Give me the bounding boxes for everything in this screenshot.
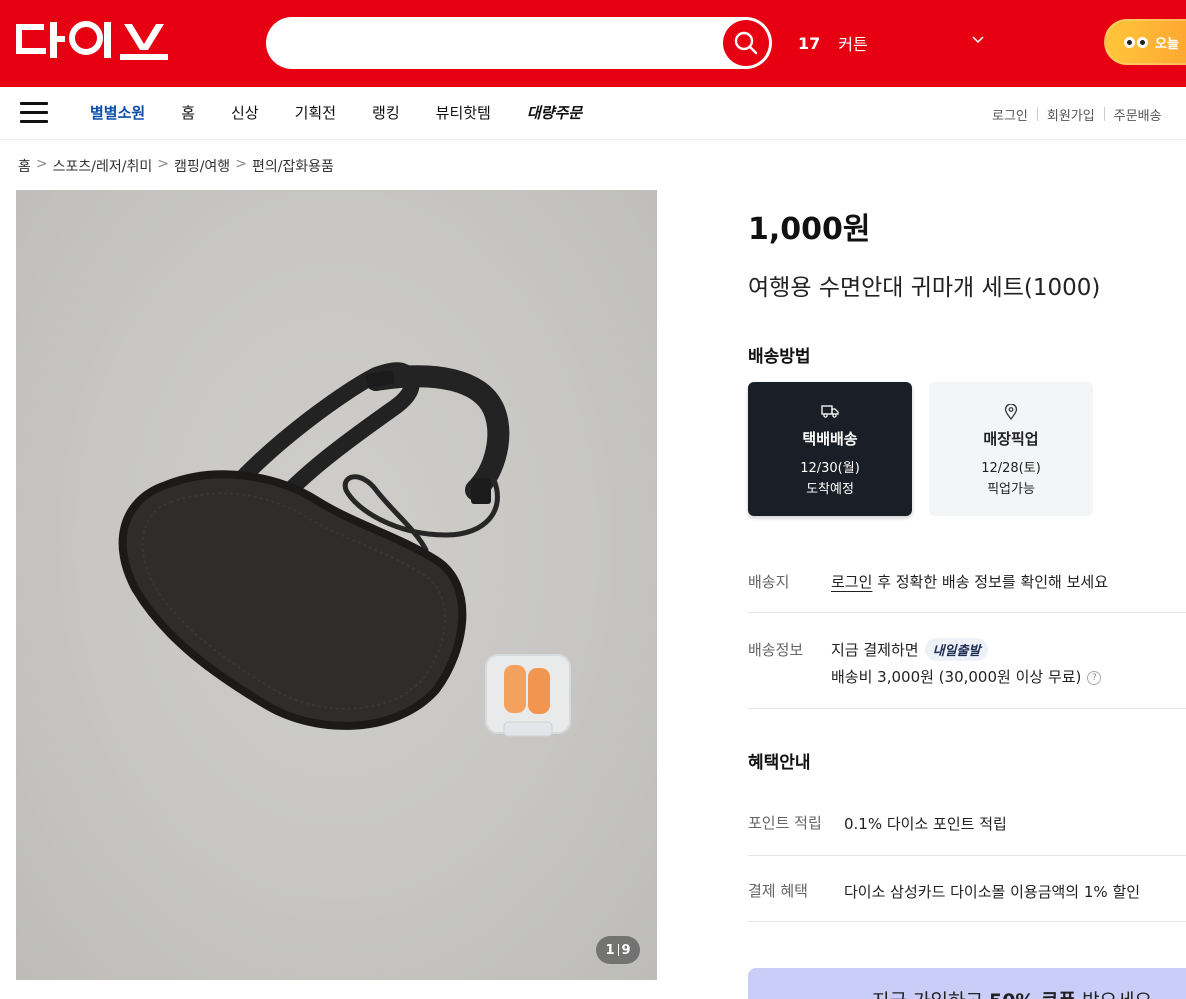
delivery-option-name: 매장픽업 xyxy=(983,430,1039,448)
eye-mask-and-earplugs-illustration xyxy=(118,362,571,737)
signup-coupon-banner[interactable]: 지금 가입하고 50% 쿠폰 받으세요 xyxy=(748,968,1186,999)
divider xyxy=(748,921,1186,922)
nav-item-new[interactable]: 신상 xyxy=(231,102,259,123)
eyes-icon xyxy=(1124,36,1150,48)
nav-item-exhibition[interactable]: 기획전 xyxy=(295,102,336,123)
delivery-heading: 배송방법 xyxy=(748,347,811,367)
breadcrumb-separator: > xyxy=(235,156,247,172)
order-tracking-link[interactable]: 주문배송 xyxy=(1114,105,1162,124)
search-input[interactable] xyxy=(286,29,706,57)
delivery-option-pickup[interactable]: 매장픽업 12/28(토) 픽업가능 xyxy=(929,382,1093,516)
main-nav: 별별소원 홈 신상 기획전 랭킹 뷰티핫템 대량주문 로그인 회원가입 주문배송 xyxy=(0,87,1186,140)
next-day-badge: 내일출발 xyxy=(924,638,989,661)
nav-item-home[interactable]: 홈 xyxy=(181,102,195,123)
breadcrumb-item[interactable]: 홈 xyxy=(18,156,31,176)
search-bar xyxy=(266,17,772,69)
promo-suffix: 받으세요 xyxy=(1082,990,1152,999)
signup-link[interactable]: 회원가입 xyxy=(1047,105,1095,124)
menu-icon[interactable] xyxy=(20,102,48,124)
today-button[interactable]: 오늘 xyxy=(1104,19,1186,65)
product-title: 여행용 수면안대 귀마개 세트(1000) xyxy=(748,275,1101,301)
product-image[interactable]: 1 9 xyxy=(16,190,657,980)
address-text: 후 정확한 배송 정보를 확인해 보세요 xyxy=(877,573,1109,591)
breadcrumb-item[interactable]: 스포츠/레저/취미 xyxy=(53,156,153,176)
truck-icon xyxy=(821,405,839,418)
today-label: 오늘 xyxy=(1155,36,1179,52)
address-label: 배송지 xyxy=(748,573,790,591)
nav-item-bulk-order[interactable]: 대량주문 xyxy=(527,102,582,123)
utility-links: 로그인 회원가입 주문배송 xyxy=(992,105,1162,124)
nav-item-beauty[interactable]: 뷰티핫템 xyxy=(436,102,491,123)
help-icon[interactable]: ? xyxy=(1087,670,1102,685)
shipping-fee-text: 배송비 3,000원 (30,000원 이상 무료) xyxy=(831,668,1082,686)
pager-total: 9 xyxy=(621,942,631,958)
divider xyxy=(1036,107,1038,121)
promo-prefix: 지금 가입하고 xyxy=(872,990,983,999)
trending-rank: 17 xyxy=(798,33,821,53)
divider xyxy=(748,855,1186,856)
payment-benefit-text: 다이소 삼성카드 다이소몰 이용금액의 1% 할인 xyxy=(844,883,1141,901)
shipping-info-line1: 지금 결제하면 내일출발 xyxy=(831,638,989,661)
address-login-link[interactable]: 로그인 xyxy=(831,573,872,591)
delivery-option-date: 12/30(월) xyxy=(800,461,860,476)
login-link[interactable]: 로그인 xyxy=(992,105,1028,124)
address-row: 로그인 후 정확한 배송 정보를 확인해 보세요 xyxy=(831,571,1108,592)
benefits-heading: 혜택안내 xyxy=(748,753,811,773)
nav-item-wish[interactable]: 별별소원 xyxy=(90,102,145,123)
delivery-option-status: 픽업가능 xyxy=(987,482,1035,497)
breadcrumb-item-current[interactable]: 편의/잡화용품 xyxy=(252,156,334,176)
image-pager: 1 9 xyxy=(596,936,640,964)
location-pin-icon xyxy=(1004,404,1018,420)
pager-current: 1 xyxy=(605,942,615,958)
delivery-option-name: 택배배송 xyxy=(802,430,858,448)
breadcrumb-separator: > xyxy=(35,156,48,172)
payment-benefit-label: 결제 혜택 xyxy=(748,882,808,900)
product-price: 1,000원 xyxy=(748,212,871,247)
delivery-option-courier[interactable]: 택배배송 12/30(월) 도착예정 xyxy=(748,382,912,516)
breadcrumb-item[interactable]: 캠핑/여행 xyxy=(174,156,230,176)
divider xyxy=(748,708,1186,709)
search-button[interactable] xyxy=(723,20,769,66)
divider xyxy=(1103,107,1105,121)
point-label: 포인트 적립 xyxy=(748,814,822,832)
chevron-down-icon[interactable] xyxy=(972,36,984,44)
search-icon xyxy=(734,31,758,55)
delivery-option-date: 12/28(토) xyxy=(981,461,1041,476)
shipping-fee-line: 배송비 3,000원 (30,000원 이상 무료)? xyxy=(831,666,1102,687)
breadcrumb-separator: > xyxy=(157,156,169,172)
divider xyxy=(748,612,1186,613)
nav-item-ranking[interactable]: 랭킹 xyxy=(372,102,400,123)
promo-highlight: 50% 쿠폰 xyxy=(989,990,1076,999)
point-text: 0.1% 다이소 포인트 적립 xyxy=(844,815,1007,833)
breadcrumb: 홈 > 스포츠/레저/취미 > 캠핑/여행 > 편의/잡화용품 xyxy=(18,156,334,176)
shipping-info-text: 지금 결제하면 xyxy=(831,641,919,659)
trending-keyword[interactable]: 17 커튼 xyxy=(798,31,868,55)
delivery-option-status: 도착예정 xyxy=(806,482,854,497)
shipping-info-label: 배송정보 xyxy=(748,641,804,659)
top-header: 17 커튼 오늘 xyxy=(0,0,1186,87)
nav-items: 별별소원 홈 신상 기획전 랭킹 뷰티핫템 대량주문 xyxy=(90,102,618,123)
trending-keyword-text: 커튼 xyxy=(838,35,868,54)
daiso-logo[interactable] xyxy=(14,18,169,66)
